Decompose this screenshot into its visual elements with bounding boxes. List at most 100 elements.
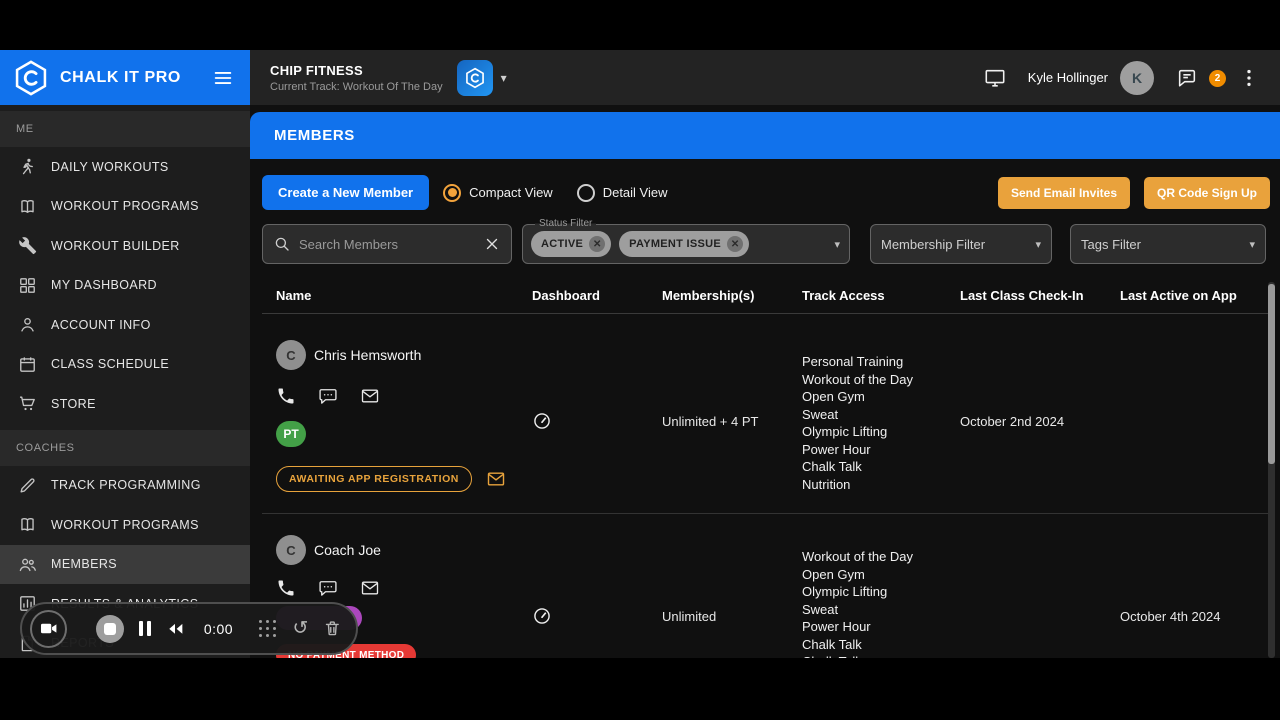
sidebar-item-members[interactable]: MEMBERS bbox=[0, 544, 250, 584]
column-header-last-checkin: Last Class Check-In bbox=[960, 288, 1084, 303]
kebab-menu-icon[interactable] bbox=[1238, 67, 1260, 89]
members-content: Create a New Member Compact View Detail … bbox=[250, 159, 1280, 658]
sidebar-item-label: TRACK PROGRAMMING bbox=[51, 478, 201, 493]
status-filter[interactable]: Status Filter ACTIVE ✕ PAYMENT ISSUE ✕ ▾ bbox=[522, 218, 850, 264]
sidebar-item-my-dashboard[interactable]: MY DASHBOARD bbox=[0, 266, 250, 306]
trash-icon[interactable] bbox=[323, 619, 342, 638]
chevron-down-icon: ▾ bbox=[1035, 238, 1041, 251]
track-item: Chalk Talk bbox=[802, 636, 862, 652]
tags-filter-label: Tags Filter bbox=[1081, 236, 1141, 252]
table-scrollbar[interactable] bbox=[1268, 282, 1275, 658]
detail-view-option[interactable]: Detail View bbox=[576, 183, 678, 202]
restart-recording-icon[interactable]: ↺ bbox=[292, 619, 308, 638]
sms-icon[interactable] bbox=[318, 578, 338, 598]
chevron-down-icon[interactable]: ▾ bbox=[501, 71, 507, 85]
sidebar-item-label: WORKOUT PROGRAMS bbox=[51, 199, 199, 214]
track-access-cell: Personal Training Workout of the Day Ope… bbox=[788, 340, 946, 493]
gym-name: CHIP FITNESS bbox=[270, 62, 363, 78]
sidebar: CHALK IT PRO ME DAILY WORKOUTS WORKOUT P… bbox=[0, 50, 250, 658]
person-icon bbox=[18, 315, 37, 334]
clear-search-icon[interactable] bbox=[483, 235, 501, 253]
compact-view-radio[interactable] bbox=[443, 183, 462, 202]
gym-info: CHIP FITNESS Current Track: Workout Of T… bbox=[270, 63, 443, 93]
create-member-button[interactable]: Create a New Member bbox=[262, 175, 430, 210]
detail-view-radio[interactable] bbox=[576, 183, 595, 202]
phone-icon[interactable] bbox=[276, 386, 296, 406]
sidebar-section-coaches: COACHES bbox=[0, 429, 250, 466]
calendar-icon bbox=[18, 355, 37, 374]
search-input[interactable] bbox=[299, 236, 475, 252]
membership-cell: Unlimited bbox=[648, 535, 788, 658]
sidebar-item-workout-builder[interactable]: WORKOUT BUILDER bbox=[0, 226, 250, 266]
resend-invite-mail-icon[interactable] bbox=[486, 469, 506, 489]
sidebar-item-coach-workout-programs[interactable]: WORKOUT PROGRAMS bbox=[0, 505, 250, 545]
column-header-dashboard: Dashboard bbox=[532, 288, 600, 303]
gym-logo-button[interactable] bbox=[456, 59, 493, 96]
column-header-track-access: Track Access bbox=[802, 288, 885, 303]
status-chip-payment-issue[interactable]: PAYMENT ISSUE ✕ bbox=[619, 231, 750, 257]
sidebar-item-store[interactable]: STORE bbox=[0, 384, 250, 424]
column-header-memberships: Membership(s) bbox=[662, 288, 755, 303]
sidebar-item-track-programming[interactable]: TRACK PROGRAMMING bbox=[0, 466, 250, 506]
cart-icon bbox=[18, 394, 37, 413]
membership-filter-select[interactable]: Membership Filter ▾ bbox=[870, 224, 1052, 264]
book-icon bbox=[18, 515, 37, 534]
member-name[interactable]: Coach Joe bbox=[314, 542, 381, 558]
mail-icon[interactable] bbox=[360, 578, 380, 598]
stop-recording-button[interactable] bbox=[96, 614, 124, 643]
chat-icon[interactable] bbox=[1176, 67, 1198, 89]
column-header-name: Name bbox=[276, 288, 312, 303]
sidebar-item-label: DAILY WORKOUTS bbox=[51, 159, 169, 174]
hamburger-menu-icon[interactable] bbox=[212, 67, 234, 89]
member-search bbox=[262, 224, 512, 264]
send-email-invites-button[interactable]: Send Email Invites bbox=[997, 176, 1130, 209]
name-cell: C Chris Hemsworth PT AWAITING APP REGIST… bbox=[262, 340, 518, 493]
mail-icon[interactable] bbox=[360, 386, 380, 406]
remove-chip-icon[interactable]: ✕ bbox=[589, 236, 606, 252]
notification-count-badge: 2 bbox=[1209, 69, 1226, 87]
sidebar-item-class-schedule[interactable]: CLASS SCHEDULE bbox=[0, 345, 250, 385]
membership-value: Unlimited bbox=[662, 609, 717, 624]
sidebar-item-daily-workouts[interactable]: DAILY WORKOUTS bbox=[0, 147, 250, 187]
user-avatar[interactable]: K bbox=[1120, 60, 1154, 95]
speedometer-icon[interactable] bbox=[532, 411, 552, 431]
rewind-icon[interactable] bbox=[166, 619, 186, 639]
sidebar-item-label: CLASS SCHEDULE bbox=[51, 357, 170, 372]
book-icon bbox=[18, 197, 37, 216]
track-access-cell: Workout of the Day Open Gym Olympic Lift… bbox=[788, 535, 946, 658]
sidebar-item-workout-programs[interactable]: WORKOUT PROGRAMS bbox=[0, 187, 250, 227]
display-icon[interactable] bbox=[984, 67, 1006, 89]
people-icon bbox=[18, 555, 37, 574]
filters-row: Status Filter ACTIVE ✕ PAYMENT ISSUE ✕ ▾… bbox=[262, 218, 1270, 264]
track-item: Sweat bbox=[802, 601, 839, 617]
page-title: MEMBERS bbox=[274, 127, 355, 144]
search-icon bbox=[273, 235, 291, 253]
table-row: C Coach Joe NO PAYMENT METHOD Unlimited … bbox=[262, 514, 1270, 658]
video-camera-button[interactable] bbox=[30, 609, 68, 648]
compact-view-option[interactable]: Compact View bbox=[443, 183, 563, 202]
scrollbar-thumb[interactable] bbox=[1268, 284, 1275, 464]
drag-handle-icon[interactable] bbox=[259, 619, 277, 638]
avatar: C bbox=[276, 340, 306, 370]
app-window: CHALK IT PRO ME DAILY WORKOUTS WORKOUT P… bbox=[0, 50, 1280, 658]
sidebar-item-label: WORKOUT PROGRAMS bbox=[51, 517, 199, 532]
status-filter-label: Status Filter bbox=[535, 218, 597, 229]
recording-timer: 0:00 bbox=[203, 620, 234, 637]
remove-chip-icon[interactable]: ✕ bbox=[727, 236, 744, 252]
sidebar-item-label: WORKOUT BUILDER bbox=[51, 238, 180, 253]
speedometer-icon[interactable] bbox=[532, 606, 552, 626]
status-chip-active[interactable]: ACTIVE ✕ bbox=[531, 231, 612, 257]
qr-code-signup-button[interactable]: QR Code Sign Up bbox=[1144, 176, 1270, 209]
pause-recording-button[interactable] bbox=[138, 621, 151, 636]
membership-cell: Unlimited + 4 PT bbox=[648, 340, 788, 493]
screen-recorder-toolbar: 0:00 ↺ bbox=[20, 602, 358, 655]
chevron-down-icon[interactable]: ▾ bbox=[834, 238, 840, 251]
phone-icon[interactable] bbox=[276, 578, 296, 598]
sidebar-item-label: STORE bbox=[51, 396, 96, 411]
track-item: Chalk Talk bbox=[802, 653, 946, 658]
sms-icon[interactable] bbox=[318, 386, 338, 406]
member-name[interactable]: Chris Hemsworth bbox=[314, 347, 421, 363]
tags-filter-select[interactable]: Tags Filter ▾ bbox=[1070, 224, 1266, 264]
detail-view-label: Detail View bbox=[602, 185, 668, 200]
sidebar-item-account-info[interactable]: ACCOUNT INFO bbox=[0, 305, 250, 345]
